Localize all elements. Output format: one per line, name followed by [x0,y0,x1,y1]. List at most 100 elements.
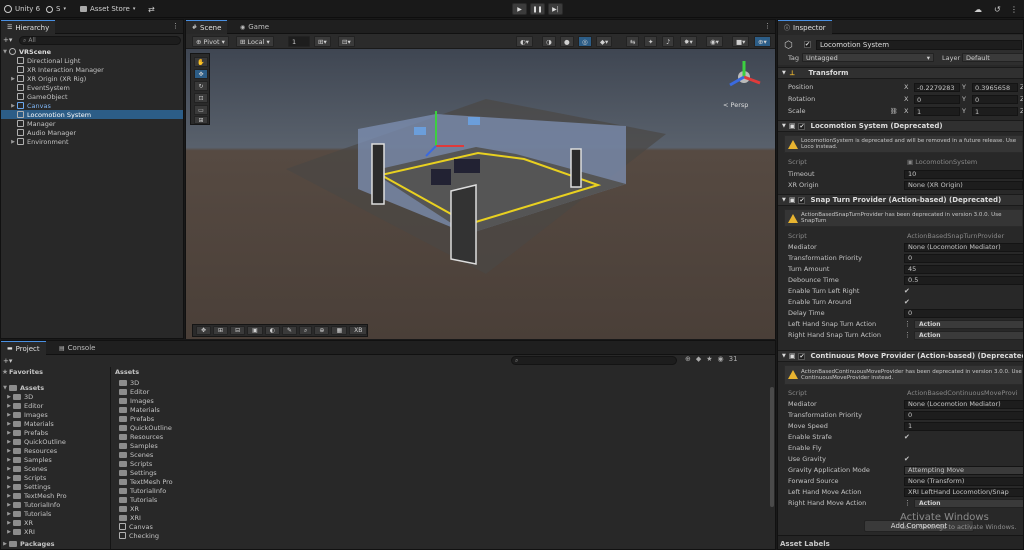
shaded-button[interactable]: ◑ [542,36,556,47]
asset-list-item[interactable]: Scripts [119,459,319,468]
folder-tree-item[interactable]: ▶ Settings [1,482,111,491]
field-dropdown[interactable]: Attempting Move [904,465,1023,475]
tab-inspector[interactable]: ⓘ Inspector [778,20,832,34]
expand-icon[interactable]: ▶ [5,421,13,427]
expand-icon[interactable]: ▶ [5,430,13,436]
move-tool-button[interactable]: ✥ [194,69,208,79]
scale-x-field[interactable]: 1 [914,106,960,116]
field-value[interactable]: 45 [904,264,1023,274]
grid-size-input[interactable]: 1 [288,36,310,47]
star-filter-icon[interactable]: ★ [706,355,712,363]
asset-list-item[interactable]: XR [119,504,319,513]
expand-icon[interactable]: ▶ [5,493,13,499]
position-x-field[interactable]: -0.2279283 [914,82,960,92]
folder-tree-item[interactable]: ▶ Scripts [1,473,111,482]
account-button[interactable]: S ▾ [46,2,66,16]
overlay-tile-button[interactable]: ▦ [331,326,348,335]
gizmos-dropdown[interactable]: ⊕▾ [754,36,771,47]
audio-toggle[interactable]: ♪ [662,36,675,47]
expand-icon[interactable]: ▶ [5,439,13,445]
expand-icon[interactable]: ▶ [5,475,13,481]
action-button[interactable]: Action [914,498,1023,508]
hand-tool-button[interactable]: ✋ [194,57,208,67]
hierarchy-item[interactable]: ▶ Environment [1,137,183,146]
field-checkbox[interactable]: ✔ [904,433,910,441]
version-control-icon[interactable]: ⇄ [148,2,155,16]
asset-list-item[interactable]: Scenes [119,450,319,459]
asset-store-button[interactable]: Asset Store ▾ [80,2,135,16]
timeout-field[interactable]: 10 [904,169,1023,179]
expand-icon[interactable]: ▶ [5,466,13,472]
overlay-paint-button[interactable]: ✎ [282,326,298,335]
rect-tool-button[interactable]: ▭ [194,105,208,115]
assets-root-row[interactable]: ▼ Assets [1,383,110,392]
effects-dropdown[interactable]: ✸▾ [680,36,697,47]
hierarchy-item[interactable]: Directional Light [1,56,183,65]
expand-icon[interactable]: ▶ [5,502,13,508]
folder-tree-item[interactable]: ▶ XR [1,518,111,527]
add-object-button[interactable]: +▾ [3,36,15,45]
more-menu-icon[interactable]: ⋮ [904,320,911,328]
label-filter-icon[interactable]: ◆ [696,355,701,363]
field-checkbox[interactable]: ✔ [904,298,910,306]
breadcrumb[interactable]: Assets [113,367,775,376]
locomotion-header[interactable]: ▼ ▣ ✔ Locomotion System (Deprecated) [778,120,1023,132]
asset-list-item[interactable]: Resources [119,432,319,441]
pivot-dropdown[interactable]: ⊕ Pivot ▾ [192,36,229,47]
transform-header[interactable]: ▼ ⟂ Transform [778,67,1023,79]
field-value[interactable]: 1 [904,421,1023,431]
folder-tree-item[interactable]: ▶ 3D [1,392,111,401]
link-icon[interactable]: ⛓ [890,108,898,115]
tab-project[interactable]: ▬ Project [1,341,46,355]
hierarchy-item[interactable]: XR Interaction Manager [1,65,183,74]
step-button[interactable]: ▶| [548,3,563,15]
more-menu-icon[interactable]: ⋮ [904,331,911,339]
folder-tree-item[interactable]: ▶ Prefabs [1,428,111,437]
hierarchy-item[interactable]: Locomotion System [1,110,183,119]
hierarchy-item[interactable]: GameObject [1,92,183,101]
snap-turn-header[interactable]: ▼ ▣ ✔ Snap Turn Provider (Action-based) … [778,194,1023,206]
asset-list-item[interactable]: TextMesh Pro [119,477,319,486]
action-button[interactable]: Action [914,330,1023,340]
asset-list-item[interactable]: QuickOutline [119,423,319,432]
action-field[interactable]: ⋮ Action [904,498,1023,508]
hierarchy-item[interactable]: ▶ XR Origin (XR Rig) [1,74,183,83]
visibility-icon[interactable]: ◉ [718,355,724,363]
draw-mode-button[interactable]: ◐▾ [516,36,533,47]
more-menu-icon[interactable]: ⋮ [904,499,911,507]
persp-label[interactable]: < Persp [723,101,748,109]
overlay-grid-button[interactable]: ⊞ [213,326,229,335]
expand-icon[interactable]: ▶ [5,448,13,454]
asset-list-item[interactable]: XRI [119,513,319,522]
expand-icon[interactable]: ▶ [5,394,13,400]
favorites-row[interactable]: ★ Favorites [1,367,110,376]
folder-tree-item[interactable]: ▶ QuickOutline [1,437,111,446]
packages-row[interactable]: ▶ Packages [1,539,110,548]
xr-origin-field[interactable]: None (XR Origin) [904,180,1023,190]
field-value[interactable]: 0 [904,410,1023,420]
field-value[interactable]: ActionBasedContinuousMoveProvi [904,389,1023,398]
overlay-move-button[interactable]: ✥ [196,326,212,335]
loco-script-field[interactable]: ▣ LocomotionSystem [904,158,1023,167]
more-menu-icon[interactable]: ⋮ [172,22,179,30]
folder-tree-item[interactable]: ▶ Materials [1,419,111,428]
hierarchy-search-input[interactable]: ⌕ All [19,36,181,45]
field-value[interactable]: XRI LeftHand Locomotion/Snap [904,487,1023,497]
hierarchy-item[interactable]: EventSystem [1,83,183,92]
folder-tree-item[interactable]: ▶ Tutorials [1,509,111,518]
pause-button[interactable]: ❚❚ [530,3,545,15]
lit-button[interactable]: ● [560,36,574,47]
expand-icon[interactable]: ▶ [5,511,13,517]
scale-tool-button[interactable]: ⊡ [194,93,208,103]
project-search-input[interactable]: ⌕ [511,356,677,365]
overlay-xb-button[interactable]: XB [349,326,368,335]
expand-icon[interactable]: ▶ [5,403,13,409]
wireframe-button[interactable]: ◎ [578,36,592,47]
field-value[interactable]: 0 [904,308,1023,318]
hierarchy-item[interactable]: Manager [1,119,183,128]
field-value[interactable]: 0.5 [904,275,1023,285]
2d-toggle[interactable]: ⇆ [626,36,640,47]
rotation-y-field[interactable]: 0 [972,94,1018,104]
play-button[interactable]: ▶ [512,3,527,15]
object-active-checkbox[interactable]: ✔ [804,41,811,48]
